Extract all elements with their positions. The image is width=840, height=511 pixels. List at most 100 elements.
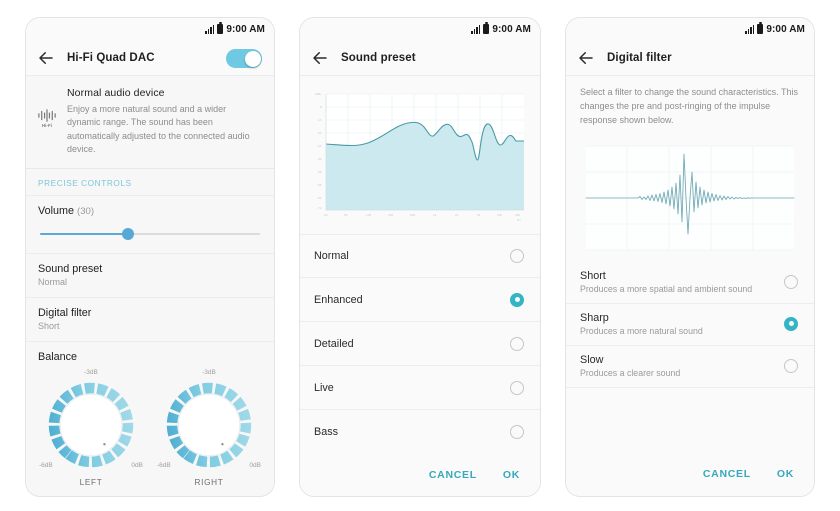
signal-icon [470,24,481,34]
svg-text:-24: -24 [317,131,322,135]
audio-device-info: Hi-Fi Normal audio device Enjoy a more n… [26,76,274,168]
right-dial-max-label: 0dB [249,462,261,470]
battery-icon [483,22,490,34]
option-label: Live [314,381,334,394]
volume-row[interactable]: Volume (30) [26,195,274,254]
radio-slow[interactable] [784,358,798,373]
balance-dials: -3dB -6dB 0dB LEFT -3dB -6dB 0dB RIGHT [26,365,274,491]
filter-option-text: Short Produces a more spatial and ambien… [580,270,784,294]
option-label: Detailed [314,337,354,350]
svg-text:Hz: Hz [517,218,521,222]
option-normal[interactable]: Normal [300,234,540,278]
phone-panel-sound-preset: 9:00 AM Sound preset 0dB -8 -16 -24 -32 … [300,18,540,496]
option-live[interactable]: Live [300,366,540,410]
option-bass[interactable]: Bass [300,410,540,454]
section-header-precise-controls: PRECISE CONTROLS [26,169,274,196]
status-bar: 9:00 AM [300,18,540,40]
right-channel-label: RIGHT [194,478,224,488]
radio-enhanced[interactable] [510,292,524,307]
battery-icon [757,22,764,34]
back-arrow-icon[interactable] [577,49,595,67]
phone-panel-hifi-quad-dac: 9:00 AM Hi-Fi Quad DAC Hi-Fi Normal audi… [26,18,274,496]
option-label: Enhanced [314,293,363,306]
signal-icon [204,24,215,34]
hifi-icon-label: Hi-Fi [41,123,53,128]
balance-dial-right[interactable]: -3dB -6dB 0dB RIGHT [150,369,268,491]
sound-preset-options: Normal Enhanced Detailed Live Bass [300,234,540,454]
back-arrow-icon[interactable] [311,49,329,67]
hifi-quad-dac-toggle[interactable] [226,49,262,68]
panel3-actions: CANCEL OK [566,452,814,496]
balance-dial-left[interactable]: -3dB -6dB 0dB LEFT [32,369,150,491]
ok-button[interactable]: OK [777,468,794,480]
balance-row: Balance [26,341,274,366]
radio-bass[interactable] [510,425,524,439]
left-channel-label: LEFT [79,478,103,488]
app-bar-panel3: Digital filter [566,40,814,76]
radio-sharp[interactable] [784,316,798,331]
option-label: Bass [314,426,339,438]
volume-slider[interactable] [40,228,260,241]
page-title: Hi-Fi Quad DAC [67,51,155,64]
app-bar-panel1: Hi-Fi Quad DAC [26,40,274,76]
panel2-actions: CANCEL OK [300,454,540,496]
digital-filter-value: Short [38,321,60,332]
svg-text:20k: 20k [515,213,520,217]
left-dial-max-label: 0dB [131,462,143,470]
status-time: 9:00 AM [766,23,805,35]
svg-text:10k: 10k [497,213,502,217]
audio-device-title: Normal audio device [67,87,165,99]
status-bar: 9:00 AM [26,18,274,40]
volume-label-text: Volume [38,205,75,218]
radio-normal[interactable] [510,249,524,263]
digital-filter-row[interactable]: Digital filter Short [26,297,274,342]
right-dial-min-label: -6dB [157,462,171,470]
filter-option-title: Short [580,269,606,282]
svg-text:0dB: 0dB [315,92,321,96]
option-label: Normal [314,250,349,262]
radio-short[interactable] [784,274,798,289]
filter-option-text: Sharp Produces a more natural sound [580,312,784,336]
svg-text:500: 500 [410,213,415,217]
sound-preset-row[interactable]: Sound preset Normal [26,253,274,298]
option-detailed[interactable]: Detailed [300,322,540,366]
panel3-body: Select a filter to change the sound char… [566,76,814,496]
cancel-button[interactable]: CANCEL [703,468,751,480]
svg-text:1k: 1k [433,213,437,217]
option-enhanced[interactable]: Enhanced [300,278,540,322]
filter-option-subtitle: Produces a more spatial and ambient soun… [580,283,753,294]
page-title: Digital filter [607,51,672,64]
left-dial-min-label: -6dB [39,462,53,470]
svg-text:-8: -8 [319,105,322,109]
signal-icon [744,24,755,34]
digital-filter-description: Select a filter to change the sound char… [580,87,798,125]
filter-option-sharp[interactable]: Sharp Produces a more natural sound [566,304,814,346]
status-time: 9:00 AM [226,23,265,35]
cancel-button[interactable]: CANCEL [429,469,477,481]
volume-value: (30) [77,206,95,218]
page-title: Sound preset [341,51,416,64]
filter-option-slow[interactable]: Slow Produces a clearer sound [566,346,814,388]
svg-text:50: 50 [344,213,348,217]
back-arrow-icon[interactable] [37,49,55,67]
hifi-waveform-icon: Hi-Fi [36,87,58,156]
status-bar: 9:00 AM [566,18,814,40]
panel1-body: Hi-Fi Normal audio device Enjoy a more n… [26,76,274,496]
slider-thumb[interactable] [122,228,134,241]
svg-text:-48: -48 [317,170,322,174]
ok-button[interactable]: OK [503,469,520,481]
sound-preset-value: Normal [38,277,68,288]
balance-label: Balance [38,351,78,364]
panel2-body: 0dB -8 -16 -24 -32 -40 -48 -56 -64 -72 2… [300,76,540,496]
radio-detailed[interactable] [510,336,524,351]
filter-option-subtitle: Produces a more natural sound [580,325,703,336]
svg-text:5k: 5k [477,213,481,217]
svg-text:2k: 2k [455,213,459,217]
battery-icon [217,22,224,34]
svg-text:-32: -32 [317,144,322,148]
status-time: 9:00 AM [492,23,531,35]
radio-live[interactable] [510,380,524,395]
filter-option-short[interactable]: Short Produces a more spatial and ambien… [566,262,814,304]
svg-text:20: 20 [324,213,328,217]
filter-option-subtitle: Produces a clearer sound [580,367,681,378]
